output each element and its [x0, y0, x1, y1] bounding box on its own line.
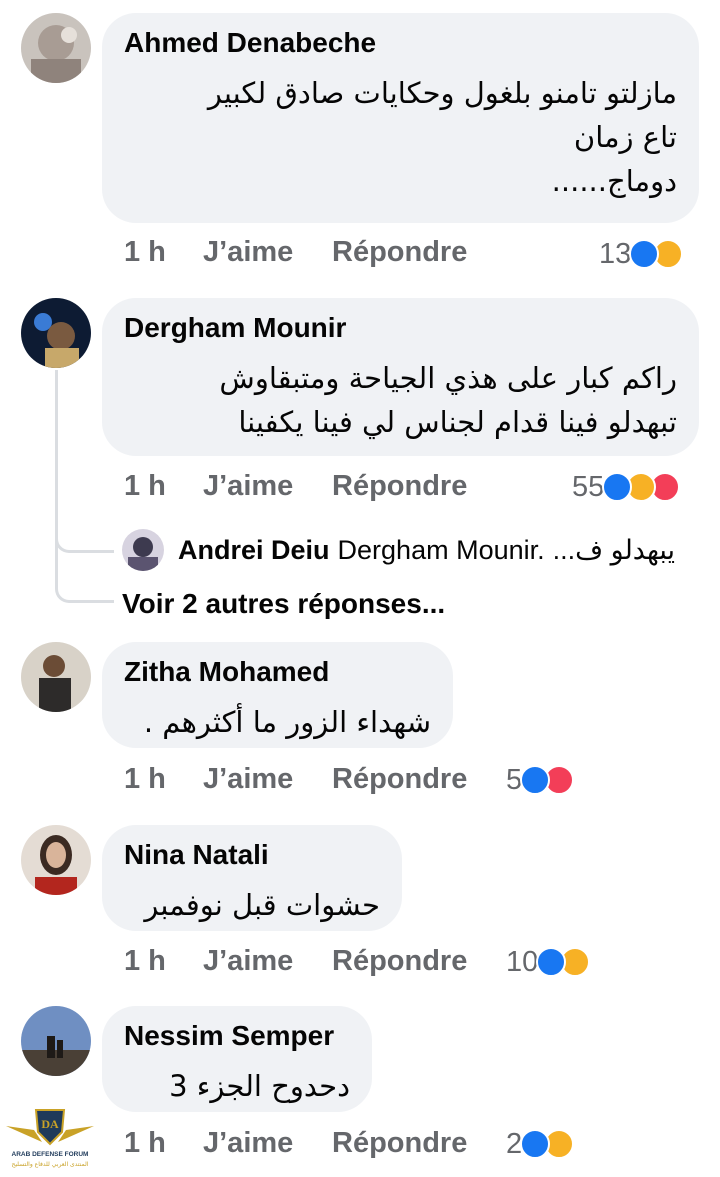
- comment-time[interactable]: 1 h: [124, 1127, 166, 1160]
- like-icon: [602, 472, 633, 502]
- avatar[interactable]: [21, 642, 91, 712]
- like-button[interactable]: J’aime: [203, 945, 293, 978]
- comment-text: دحدوح الجزء 3: [169, 1069, 350, 1103]
- comment-author[interactable]: Zitha Mohamed: [124, 656, 329, 688]
- reply-button[interactable]: Répondre: [332, 763, 467, 796]
- reaction-count: 55: [572, 470, 605, 503]
- forum-logo: DA ARAB DEFENSE FORUM المنتدى العربي للد…: [6, 1109, 94, 1168]
- like-icon: [520, 1129, 551, 1159]
- comment-text: راكم كبار على هذي الجياحة ومتبقاوش تبهدل…: [219, 361, 677, 439]
- comment-actions: 1 h J’aime Répondre: [124, 763, 504, 803]
- avatar-photo: [122, 529, 164, 571]
- comment-bubble: Zitha Mohamed شهداء الزور ما أكثرهم .: [102, 642, 453, 748]
- like-button[interactable]: J’aime: [203, 470, 293, 503]
- reply-snippet: يبهدلو ف...: [552, 534, 676, 565]
- avatar-photo: [21, 298, 91, 368]
- like-icon: [536, 947, 567, 977]
- comment-actions: 1 h J’aime Répondre: [124, 945, 504, 985]
- like-icon: [520, 765, 551, 795]
- avatar[interactable]: [21, 13, 91, 83]
- reply-mention[interactable]: Dergham Mounir.: [338, 535, 545, 566]
- reply-button[interactable]: Répondre: [332, 470, 467, 503]
- comment-bubble: Ahmed Denabeche مازلتو تامنو بلغول وحكاي…: [102, 13, 699, 223]
- view-more-replies-link[interactable]: Voir 2 autres réponses...: [122, 588, 445, 620]
- comment-time[interactable]: 1 h: [124, 945, 166, 978]
- reply-button[interactable]: Répondre: [332, 1127, 467, 1160]
- comment-bubble: Dergham Mounir راكم كبار على هذي الجياحة…: [102, 298, 699, 456]
- like-icon: [629, 239, 660, 269]
- comment-actions: 1 h J’aime Répondre: [124, 1127, 504, 1167]
- avatar[interactable]: [21, 1006, 91, 1076]
- reactions-summary[interactable]: 55: [572, 467, 681, 507]
- svg-text:ARAB DEFENSE FORUM: ARAB DEFENSE FORUM: [12, 1151, 89, 1158]
- reactions-summary[interactable]: 5: [506, 760, 575, 800]
- avatar-photo: [21, 13, 91, 83]
- avatar[interactable]: [122, 529, 164, 571]
- comment-time[interactable]: 1 h: [124, 763, 166, 796]
- comment-text: شهداء الزور ما أكثرهم .: [143, 705, 431, 739]
- comment-actions: 1 h J’aime Répondre: [124, 470, 544, 510]
- avatar-photo: [21, 642, 91, 712]
- avatar-photo: [21, 825, 91, 895]
- reactions-summary[interactable]: 2: [506, 1124, 575, 1164]
- like-button[interactable]: J’aime: [203, 763, 293, 796]
- comment-text: حشوات قبل نوفمبر: [144, 888, 380, 922]
- reply-button[interactable]: Répondre: [332, 945, 467, 978]
- comment-text: مازلتو تامنو بلغول وحكايات صادق لكبير تا…: [207, 76, 677, 198]
- comment-time[interactable]: 1 h: [124, 236, 166, 269]
- like-button[interactable]: J’aime: [203, 236, 293, 269]
- reaction-count: 13: [599, 237, 632, 270]
- svg-text:DA: DA: [41, 1117, 59, 1131]
- comment-bubble: Nina Natali حشوات قبل نوفمبر: [102, 825, 402, 931]
- reaction-count: 10: [506, 945, 539, 978]
- thread-connector: [55, 540, 114, 603]
- avatar[interactable]: [21, 825, 91, 895]
- reactions-summary[interactable]: 13: [599, 234, 684, 274]
- comment-author[interactable]: Ahmed Denabeche: [124, 27, 376, 59]
- reply-author[interactable]: Andrei Deiu: [178, 535, 330, 566]
- comment-author[interactable]: Nina Natali: [124, 839, 269, 871]
- svg-text:المنتدى العربي للدفاع والتسليح: المنتدى العربي للدفاع والتسليح: [12, 1161, 89, 1168]
- reply-button[interactable]: Répondre: [332, 236, 467, 269]
- comment-author[interactable]: Dergham Mounir: [124, 312, 346, 344]
- comment-time[interactable]: 1 h: [124, 470, 166, 503]
- comment-bubble: Nessim Semper دحدوح الجزء 3: [102, 1006, 372, 1112]
- avatar[interactable]: [21, 298, 91, 368]
- comment-author[interactable]: Nessim Semper: [124, 1020, 334, 1052]
- reply-preview[interactable]: Andrei Deiu Dergham Mounir. يبهدلو ف...: [122, 527, 675, 573]
- like-button[interactable]: J’aime: [203, 1127, 293, 1160]
- reactions-summary[interactable]: 10: [506, 942, 591, 982]
- avatar-photo: [21, 1006, 91, 1076]
- comment-actions: 1 h J’aime Répondre: [124, 236, 544, 276]
